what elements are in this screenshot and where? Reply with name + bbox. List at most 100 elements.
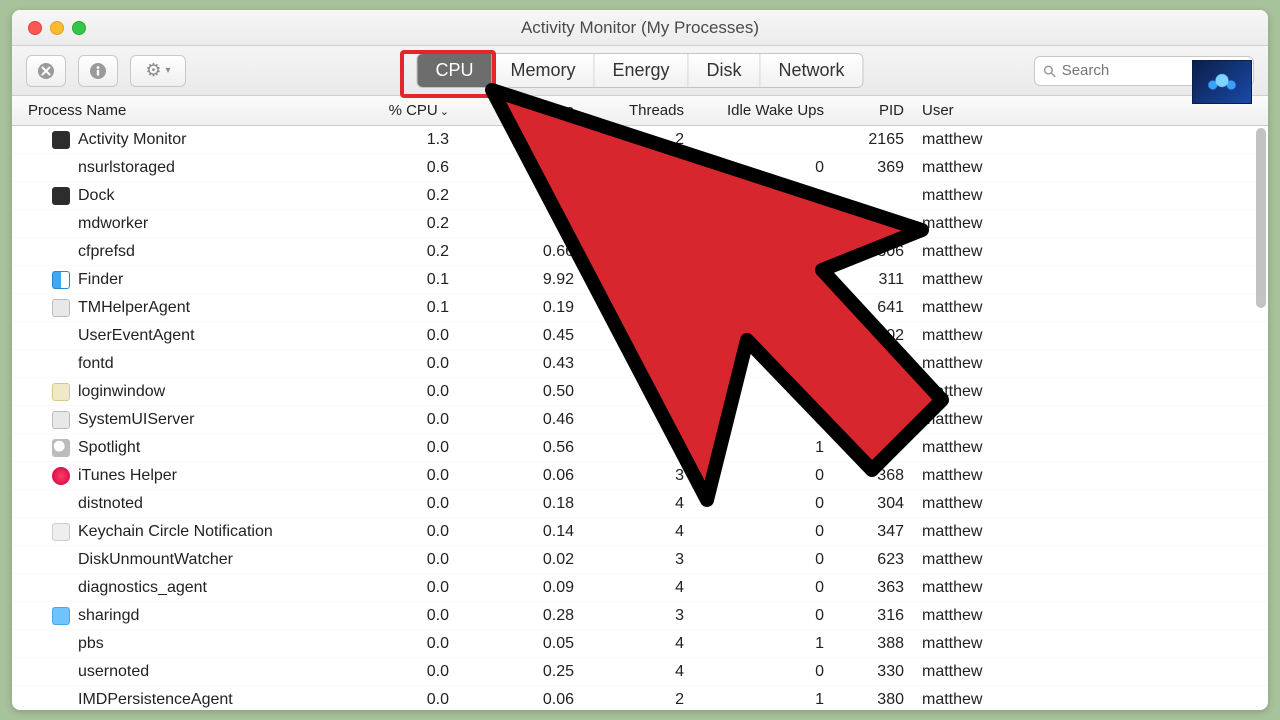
scrollbar[interactable] xyxy=(1256,126,1266,710)
app-icon xyxy=(52,495,70,513)
col-cpu-percent[interactable]: % CPU⌄ xyxy=(342,102,457,119)
table-row[interactable]: IMDPersistenceAgent0.00.0621380matthew xyxy=(12,686,1268,710)
col-user[interactable]: User xyxy=(912,102,1042,119)
info-button[interactable] xyxy=(78,55,118,87)
table-row[interactable]: nsurlstoraged0.60369matthew xyxy=(12,154,1268,182)
process-name: nsurlstoraged xyxy=(78,159,175,177)
col-cpu-time[interactable]: CPU Time xyxy=(457,102,582,119)
process-list[interactable]: Activity Monitor1.322165matthewnsurlstor… xyxy=(12,126,1268,710)
cell-user: matthew xyxy=(912,131,1042,149)
cell-idle: 0 xyxy=(692,579,832,597)
cell-cpu: 0.0 xyxy=(342,607,457,625)
cell-cpu: 0.0 xyxy=(342,439,457,457)
cell-user: matthew xyxy=(912,607,1042,625)
tab-network[interactable]: Network xyxy=(761,54,863,87)
cell-idle: 0 xyxy=(692,607,832,625)
cell-cpu: 0.0 xyxy=(342,495,457,513)
table-row[interactable]: cfprefsd0.20.66306matthew xyxy=(12,238,1268,266)
cell-user: matthew xyxy=(912,579,1042,597)
table-row[interactable]: loginwindow0.00.50matthew xyxy=(12,378,1268,406)
col-pid[interactable]: PID xyxy=(832,102,912,119)
app-icon xyxy=(52,607,70,625)
cell-user: matthew xyxy=(912,467,1042,485)
cell-time: 0.02 xyxy=(457,551,582,569)
process-name: cfprefsd xyxy=(78,243,135,261)
cell-cpu: 1.3 xyxy=(342,131,457,149)
app-icon xyxy=(52,523,70,541)
col-idle-wakeups[interactable]: Idle Wake Ups xyxy=(692,102,832,119)
table-row[interactable]: mdworker0.20.matthew xyxy=(12,210,1268,238)
stop-process-button[interactable] xyxy=(26,55,66,87)
cell-cpu: 0.0 xyxy=(342,691,457,709)
cell-time: 0.09 xyxy=(457,579,582,597)
table-row[interactable]: sharingd0.00.2830316matthew xyxy=(12,602,1268,630)
cell-time: 0.46 xyxy=(457,411,582,429)
cell-user: matthew xyxy=(912,411,1042,429)
tab-energy[interactable]: Energy xyxy=(594,54,688,87)
cell-pid: 306 xyxy=(832,243,912,261)
cell-threads: 4 xyxy=(582,523,692,541)
cell-idle: 0 xyxy=(692,663,832,681)
cell-idle: 1 xyxy=(692,635,832,653)
window-controls xyxy=(12,21,86,35)
table-row[interactable]: usernoted0.00.2540330matthew xyxy=(12,658,1268,686)
col-process-name[interactable]: Process Name xyxy=(12,102,342,119)
cell-time: 0.06 xyxy=(457,467,582,485)
settings-menu-button[interactable]: ⚙ ▾ xyxy=(130,55,186,87)
avatar-thumbnail xyxy=(1192,60,1252,104)
table-row[interactable]: DiskUnmountWatcher0.00.0230623matthew xyxy=(12,546,1268,574)
cell-cpu: 0.0 xyxy=(342,635,457,653)
table-row[interactable]: distnoted0.00.1840304matthew xyxy=(12,490,1268,518)
cell-idle: 0 xyxy=(692,159,832,177)
cell-pid: 311 xyxy=(832,271,912,289)
tab-memory[interactable]: Memory xyxy=(492,54,594,87)
cell-cpu: 0.2 xyxy=(342,187,457,205)
cell-user: matthew xyxy=(912,439,1042,457)
cell-cpu: 0.2 xyxy=(342,215,457,233)
zoom-button[interactable] xyxy=(72,21,86,35)
table-row[interactable]: SystemUIServer0.00.460matthew xyxy=(12,406,1268,434)
scroll-thumb[interactable] xyxy=(1256,128,1266,308)
cell-cpu: 0.0 xyxy=(342,551,457,569)
process-name: Activity Monitor xyxy=(78,131,186,149)
close-button[interactable] xyxy=(28,21,42,35)
app-icon xyxy=(52,551,70,569)
table-row[interactable]: diagnostics_agent0.00.0940363matthew xyxy=(12,574,1268,602)
cell-idle: 1 xyxy=(692,691,832,709)
cell-threads: 4 xyxy=(582,635,692,653)
app-icon xyxy=(52,243,70,261)
chevron-down-icon: ▾ xyxy=(166,65,171,76)
table-row[interactable]: Dock0.2matthew xyxy=(12,182,1268,210)
table-row[interactable]: UserEventAgent0.00.45302matthew xyxy=(12,322,1268,350)
tab-disk[interactable]: Disk xyxy=(689,54,761,87)
table-row[interactable]: Keychain Circle Notification0.00.1440347… xyxy=(12,518,1268,546)
app-icon xyxy=(52,355,70,373)
table-row[interactable]: iTunes Helper0.00.0630368matthew xyxy=(12,462,1268,490)
cell-time: 0.05 xyxy=(457,635,582,653)
table-row[interactable]: Spotlight0.00.5681matthew xyxy=(12,434,1268,462)
cell-pid: 302 xyxy=(832,327,912,345)
cell-threads: 8 xyxy=(582,439,692,457)
process-name: fontd xyxy=(78,355,114,373)
app-icon xyxy=(52,691,70,709)
table-row[interactable]: Activity Monitor1.322165matthew xyxy=(12,126,1268,154)
app-icon xyxy=(52,187,70,205)
app-icon xyxy=(52,131,70,149)
app-icon xyxy=(52,467,70,485)
cell-time: 0.14 xyxy=(457,523,582,541)
minimize-button[interactable] xyxy=(50,21,64,35)
table-row[interactable]: Finder0.19.921311matthew xyxy=(12,266,1268,294)
table-row[interactable]: TMHelperAgent0.10.19641matthew xyxy=(12,294,1268,322)
cell-user: matthew xyxy=(912,243,1042,261)
process-name: TMHelperAgent xyxy=(78,299,190,317)
cell-time: 9.92 xyxy=(457,271,582,289)
cpu-tab-highlight xyxy=(400,50,496,98)
cell-cpu: 0.0 xyxy=(342,579,457,597)
app-icon xyxy=(52,327,70,345)
window-title: Activity Monitor (My Processes) xyxy=(12,18,1268,38)
cell-threads: 4 xyxy=(582,663,692,681)
process-name: Spotlight xyxy=(78,439,140,457)
table-row[interactable]: fontd0.00.43matthew xyxy=(12,350,1268,378)
col-threads[interactable]: Threads xyxy=(582,102,692,119)
table-row[interactable]: pbs0.00.0541388matthew xyxy=(12,630,1268,658)
